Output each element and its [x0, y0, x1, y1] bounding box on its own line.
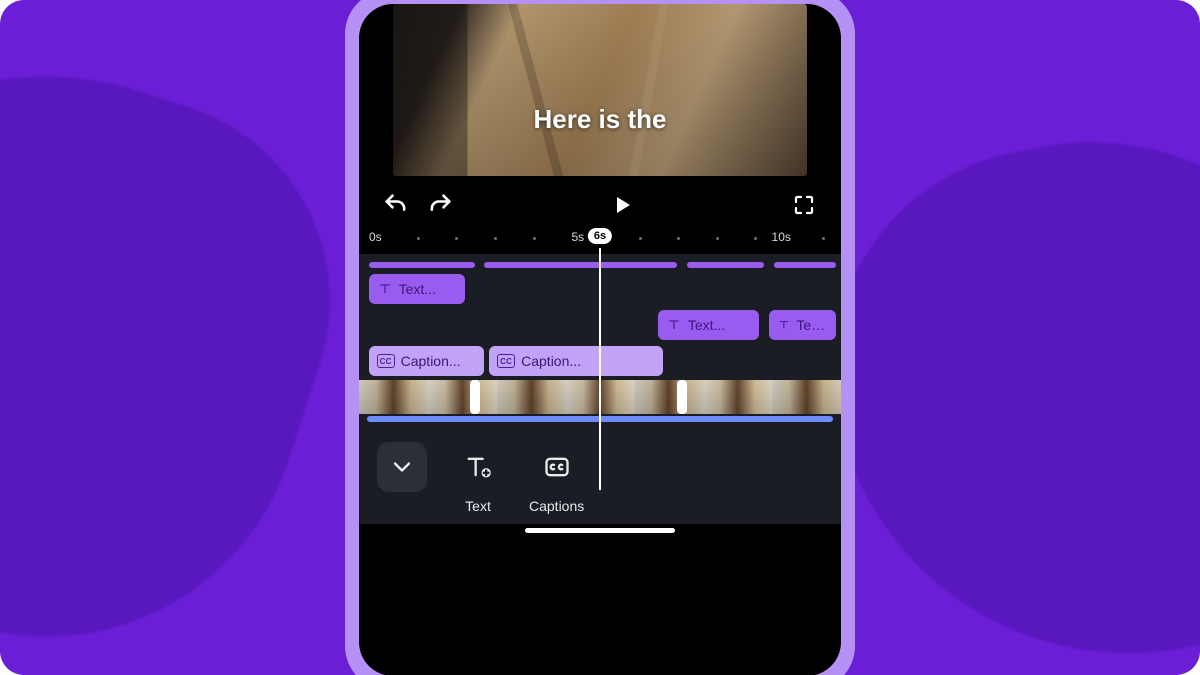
clip-label: Caption... — [521, 353, 581, 369]
preview-area: Here is the — [359, 4, 841, 180]
app-screen: Here is the — [359, 4, 841, 675]
clip-trim-handle-left[interactable] — [470, 380, 480, 414]
home-indicator[interactable] — [525, 528, 675, 533]
device-frame: Here is the — [345, 0, 855, 675]
text-add-icon — [464, 453, 492, 481]
timeline-ruler[interactable]: 0s 5s 10s 6s — [359, 226, 841, 254]
ruler-label: 5s — [571, 230, 584, 244]
text-clip[interactable]: Text... — [658, 310, 759, 340]
clip-label: Text... — [399, 281, 436, 297]
chevron-down-icon — [388, 453, 416, 481]
add-text-button[interactable]: Text — [453, 442, 503, 514]
clip-trim-handle-right[interactable] — [677, 380, 687, 414]
captions-icon — [543, 453, 571, 481]
clip-label: Text... — [796, 317, 828, 333]
collapse-toolbar-button[interactable] — [377, 442, 427, 492]
redo-button[interactable] — [425, 190, 455, 220]
text-icon — [666, 317, 682, 333]
video-preview[interactable]: Here is the — [393, 4, 807, 176]
background-shape — [0, 0, 383, 675]
transport-controls — [359, 180, 841, 226]
text-icon — [377, 281, 393, 297]
video-thumbnail — [359, 380, 428, 414]
cc-icon: CC — [497, 354, 515, 368]
text-icon — [777, 317, 791, 333]
undo-button[interactable] — [381, 190, 411, 220]
ruler-label: 10s — [772, 230, 791, 244]
playhead[interactable] — [599, 248, 601, 490]
tool-label: Captions — [529, 498, 584, 514]
caption-clip[interactable]: CC Caption... — [489, 346, 663, 376]
add-captions-button[interactable]: Captions — [529, 442, 584, 514]
playhead-time-badge[interactable]: 6s — [588, 228, 612, 244]
video-thumbnail — [703, 380, 772, 414]
fullscreen-button[interactable] — [789, 190, 819, 220]
video-thumbnail — [428, 380, 497, 414]
text-clip[interactable]: Text... — [369, 274, 465, 304]
tool-label: Text — [465, 498, 491, 514]
video-thumbnail — [634, 380, 703, 414]
cc-icon: CC — [377, 354, 395, 368]
clip-label: Caption... — [401, 353, 461, 369]
video-thumbnail — [497, 380, 566, 414]
ruler-label: 0s — [369, 230, 382, 244]
text-clip[interactable]: Text... — [769, 310, 836, 340]
play-button[interactable] — [607, 190, 637, 220]
clip-label: Text... — [688, 317, 725, 333]
preview-caption-overlay: Here is the — [393, 104, 807, 135]
video-thumbnail — [772, 380, 841, 414]
caption-clip[interactable]: CC Caption... — [369, 346, 485, 376]
